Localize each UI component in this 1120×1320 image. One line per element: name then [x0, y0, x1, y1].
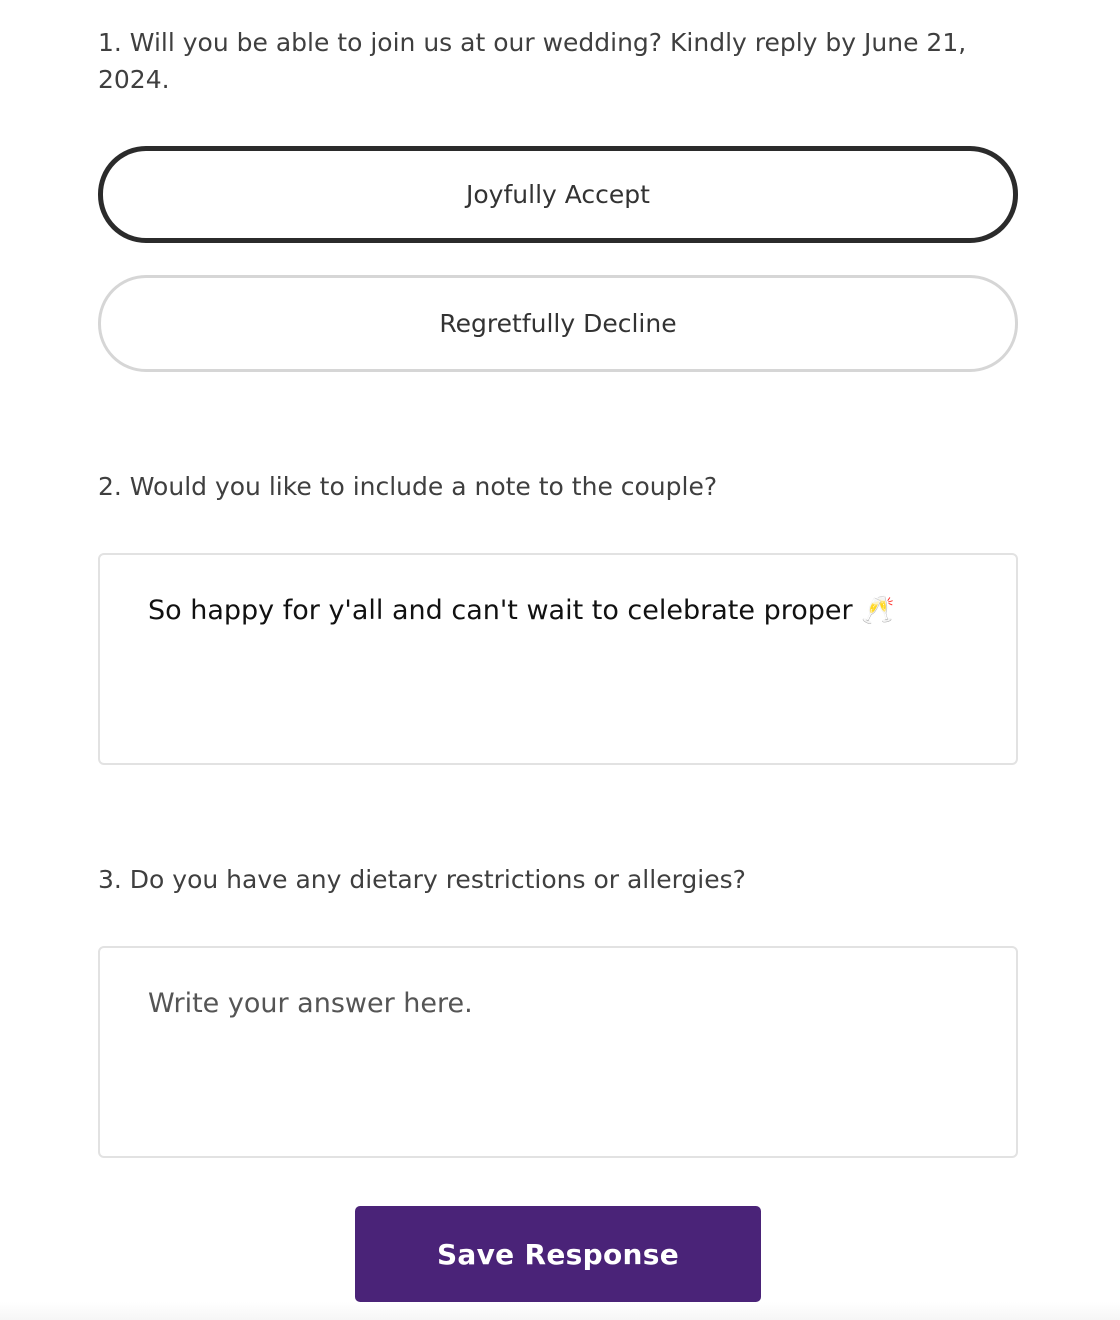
- question-2-label: 2. Would you like to include a note to t…: [98, 472, 718, 501]
- note-to-couple-field[interactable]: So happy for y'all and can't wait to cel…: [98, 553, 1018, 765]
- rsvp-form: 1. Will you be able to join us at our we…: [0, 0, 1120, 1320]
- save-response-button[interactable]: Save Response: [355, 1206, 761, 1302]
- page-bottom-edge: [0, 1302, 1120, 1320]
- joyfully-accept-option[interactable]: Joyfully Accept: [98, 146, 1018, 243]
- question-1-label: 1. Will you be able to join us at our we…: [98, 28, 967, 94]
- question-3-label: 3. Do you have any dietary restrictions …: [98, 865, 746, 894]
- dietary-restrictions-field[interactable]: [98, 946, 1018, 1158]
- regretfully-decline-option[interactable]: Regretfully Decline: [98, 275, 1018, 372]
